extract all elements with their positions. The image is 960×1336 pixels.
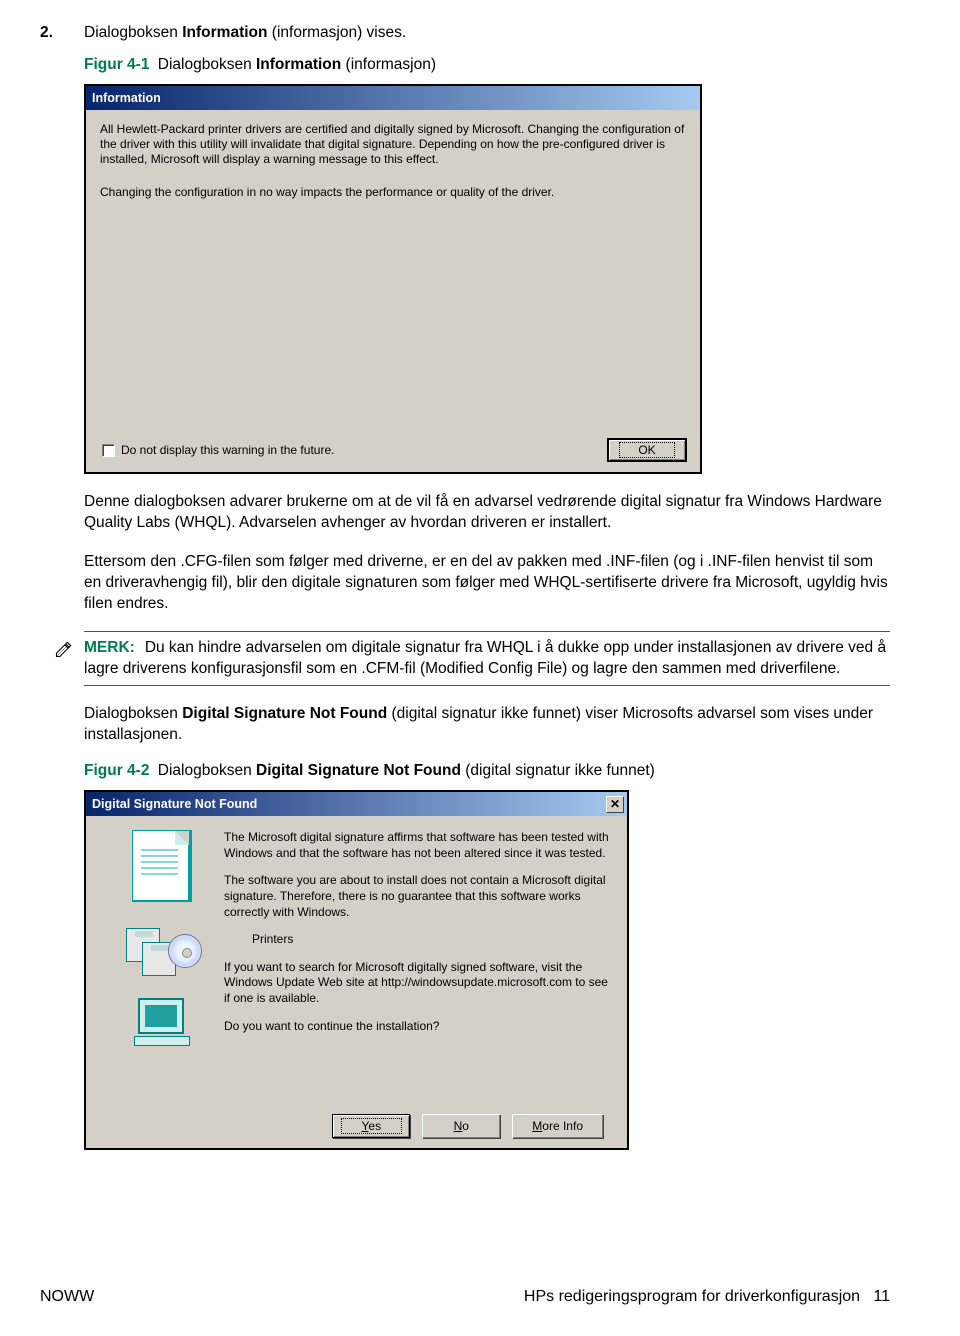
disks-icon [126, 922, 198, 978]
information-text-2: Changing the configuration in no way imp… [100, 185, 686, 200]
dsnf-titlebar[interactable]: Digital Signature Not Found ✕ [86, 792, 627, 816]
close-icon: ✕ [610, 797, 620, 811]
note-block: MERK:Du kan hindre advarselen om digital… [40, 631, 890, 687]
information-dialog: Information All Hewlett-Packard printer … [84, 84, 702, 474]
information-title: Information [92, 91, 161, 105]
dsnf-p1: The Microsoft digital signature affirms … [224, 830, 609, 861]
digital-signature-dialog: Digital Signature Not Found ✕ ? [84, 790, 629, 1150]
information-titlebar[interactable]: Information [86, 86, 700, 110]
dsnf-p2: The software you are about to install do… [224, 873, 609, 920]
note-text: Du kan hindre advarselen om digitale sig… [84, 639, 886, 677]
dsnf-sidebar: ? [100, 830, 224, 1066]
more-info-button[interactable]: More Info [512, 1114, 603, 1138]
note-label: MERK: [84, 639, 135, 656]
figure-2-caption: Figur 4-2 Dialogboksen Digital Signature… [84, 762, 890, 780]
checkbox-icon [102, 444, 115, 457]
dsnf-body-text: The Microsoft digital signature affirms … [224, 830, 613, 1066]
suppress-warning-label: Do not display this warning in the futur… [121, 443, 334, 457]
footer-left: NOWW [40, 1288, 94, 1306]
dsnf-title: Digital Signature Not Found [92, 797, 257, 811]
paragraph-whql-warning: Denne dialogboksen advarer brukerne om a… [84, 492, 890, 534]
no-button[interactable]: No [422, 1114, 500, 1138]
yes-button[interactable]: Yes [332, 1114, 410, 1138]
note-icon [54, 639, 74, 659]
step-number: 2. [40, 24, 60, 42]
paragraph-dsnf: Dialogboksen Digital Signature Not Found… [84, 704, 890, 746]
step-item: 2. Dialogboksen Information (informasjon… [40, 24, 890, 42]
page-footer: NOWW HPs redigeringsprogram for driverko… [40, 1288, 890, 1306]
computer-icon: ? [134, 998, 190, 1046]
information-body: All Hewlett-Packard printer drivers are … [86, 110, 700, 228]
information-text-1: All Hewlett-Packard printer drivers are … [100, 122, 686, 167]
suppress-warning-checkbox[interactable]: Do not display this warning in the futur… [102, 443, 334, 457]
dsnf-device: Printers [252, 932, 609, 948]
ok-button[interactable]: OK [608, 439, 686, 461]
footer-right: HPs redigeringsprogram for driverkonfigu… [524, 1288, 890, 1306]
dsnf-p4: Do you want to continue the installation… [224, 1019, 609, 1035]
step-text: Dialogboksen Information (informasjon) v… [84, 24, 406, 42]
figure-1-caption: Figur 4-1 Dialogboksen Information (info… [84, 56, 890, 74]
document-icon [132, 830, 192, 902]
dsnf-p3: If you want to search for Microsoft digi… [224, 960, 609, 1007]
close-button[interactable]: ✕ [606, 796, 624, 813]
paragraph-cfg-inf: Ettersom den .CFG-filen som følger med d… [84, 552, 890, 615]
